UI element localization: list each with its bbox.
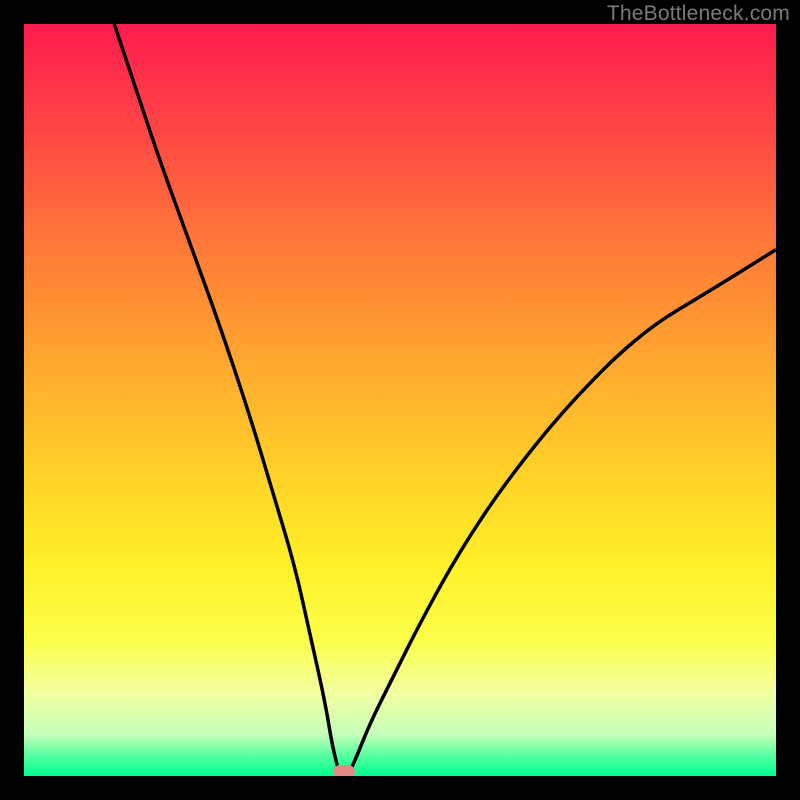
chart-frame: TheBottleneck.com <box>0 0 800 800</box>
watermark-text: TheBottleneck.com <box>607 2 790 26</box>
bottleneck-curve-path <box>114 24 776 776</box>
optimal-point-marker <box>333 765 355 776</box>
plot-area <box>24 24 776 776</box>
bottleneck-curve-svg <box>24 24 776 776</box>
